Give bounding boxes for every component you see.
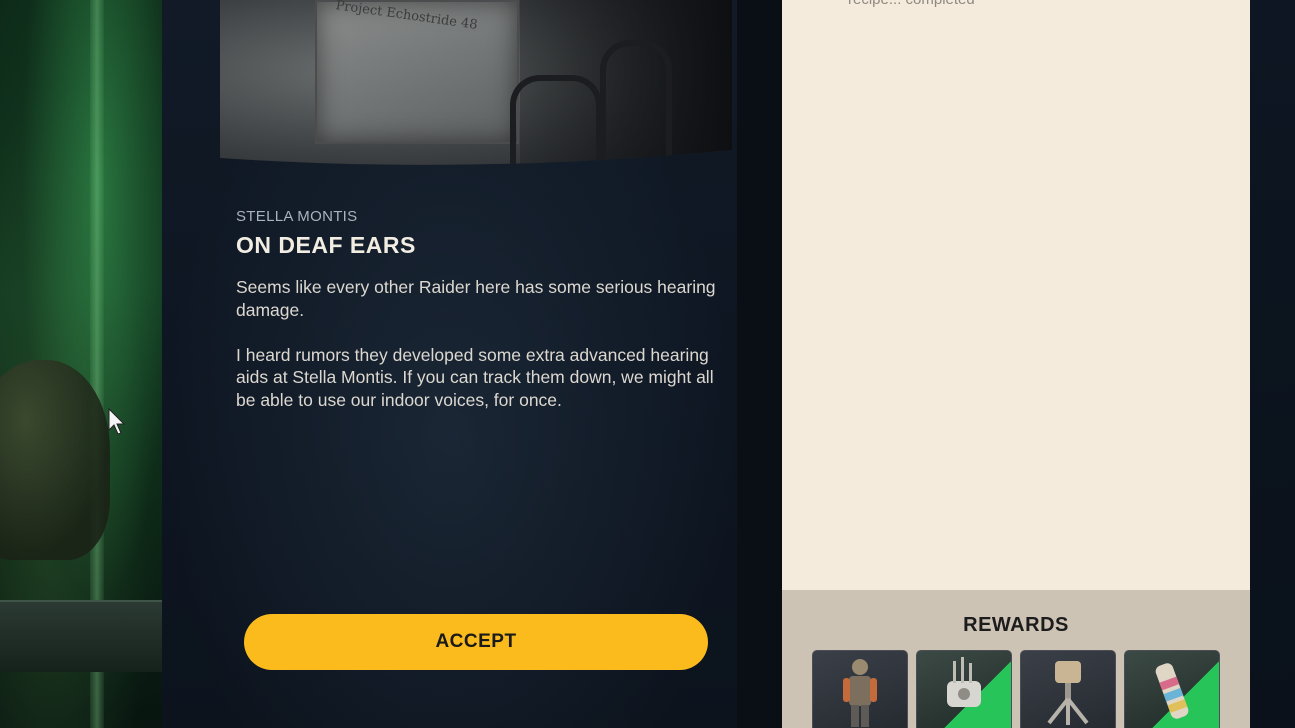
raider-outfit-icon <box>843 659 877 727</box>
mouse-cursor-icon <box>108 408 126 435</box>
project-sign: Project Echostride 48 <box>315 0 519 144</box>
scene-backdrop-right <box>1250 0 1295 728</box>
mission-location: STELLA MONTIS <box>236 208 358 225</box>
reward-item-turret[interactable] <box>916 650 1012 728</box>
description-paragraph: Seems like every other Raider here has s… <box>236 277 716 320</box>
objective-text: recipe... completed <box>848 0 975 8</box>
turret-gadget-icon <box>947 657 981 707</box>
pipe-shape <box>600 40 672 178</box>
accept-button[interactable]: ACCEPT <box>244 614 708 670</box>
mission-title: ON DEAF EARS <box>236 232 416 258</box>
reward-item-outfit[interactable] <box>812 650 908 728</box>
reward-item-canister[interactable] <box>1124 650 1220 728</box>
objectives-panel: recipe... completed <box>782 0 1250 590</box>
raider-figure <box>0 360 110 560</box>
description-paragraph: I heard rumors they developed some extra… <box>236 344 714 410</box>
scene-backdrop-left <box>0 0 165 728</box>
mission-description: Seems like every other Raider here has s… <box>236 276 726 434</box>
pipe-shape <box>510 75 602 178</box>
project-sign-text: Project Echostride 48 <box>334 0 479 33</box>
mission-hero-image: Project Echostride 48 <box>220 0 732 178</box>
rewards-panel: REWARDS <box>782 590 1250 728</box>
game-screen: Project Echostride 48 STELLA MONTIS ON D… <box>0 0 1295 728</box>
canister-icon <box>1155 663 1189 719</box>
workbench <box>0 600 165 672</box>
reward-item-tripod[interactable] <box>1020 650 1116 728</box>
rewards-title: REWARDS <box>963 614 1069 636</box>
tripod-device-icon <box>1047 661 1089 725</box>
